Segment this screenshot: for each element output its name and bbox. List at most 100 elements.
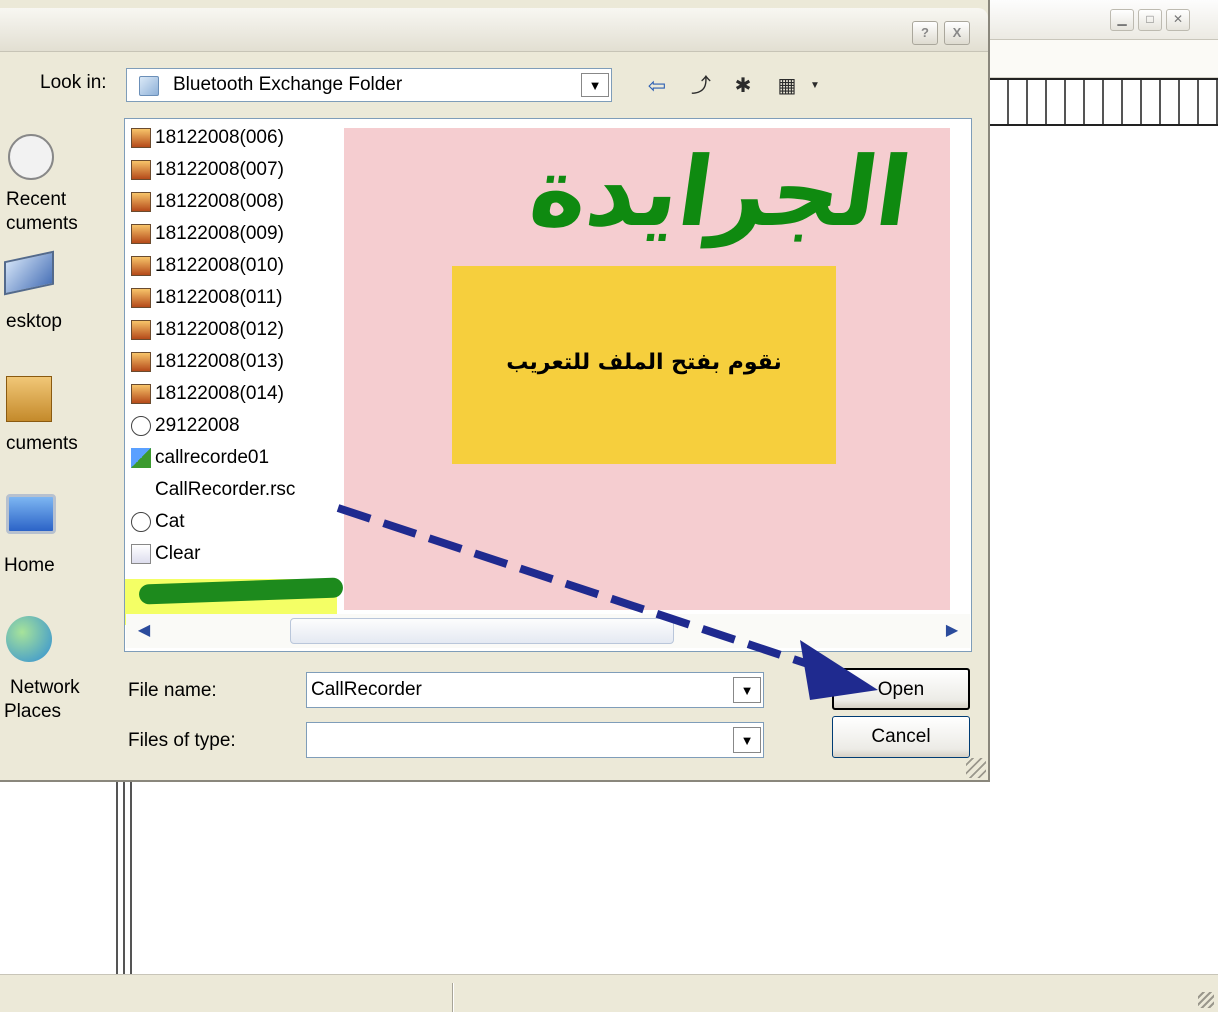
disc-file-icon	[131, 416, 151, 436]
look-in-value: Bluetooth Exchange Folder	[173, 74, 403, 95]
resize-grip-icon[interactable]	[1198, 992, 1214, 1008]
network-places-icon	[6, 616, 52, 662]
file-name: Clear	[155, 543, 201, 564]
background-menubar	[990, 40, 1218, 78]
file-row[interactable]: 18122008(006)	[131, 123, 284, 153]
doc-file-icon	[131, 544, 151, 564]
look-in-combobox[interactable]: Bluetooth Exchange Folder ▼	[126, 68, 612, 102]
recent-documents-icon	[8, 134, 54, 180]
file-row[interactable]: 18122008(010)	[131, 251, 284, 281]
horizontal-scrollbar[interactable]: ◀ ▶	[126, 614, 970, 648]
places-my-documents[interactable]: cuments	[0, 370, 120, 460]
overlay-text: نقوم بفتح الملف للتعريب	[506, 350, 782, 375]
my-computer-icon	[6, 494, 56, 534]
file-row[interactable]: 29122008	[131, 411, 240, 441]
maximize-icon[interactable]: □	[1138, 9, 1162, 31]
archive-file-icon	[131, 192, 151, 212]
file-name: callrecorde01	[155, 447, 270, 468]
up-folder-icon[interactable]: ⤴	[686, 72, 716, 100]
background-splitter[interactable]	[116, 782, 132, 974]
places-recent-label: Recent	[6, 189, 67, 210]
blank-file-icon	[131, 480, 151, 500]
archive-file-icon	[131, 160, 151, 180]
chevron-down-icon[interactable]: ▼	[733, 727, 761, 753]
places-desktop[interactable]: esktop	[0, 250, 120, 336]
scrollbar-thumb[interactable]	[290, 618, 674, 644]
file-name: 18122008(012)	[155, 319, 284, 340]
archive-file-icon	[131, 224, 151, 244]
places-desktop-label: esktop	[6, 311, 62, 332]
archive-file-icon	[131, 320, 151, 340]
file-name-value: CallRecorder	[311, 679, 422, 700]
background-ruler	[990, 78, 1218, 126]
file-row[interactable]: 18122008(008)	[131, 187, 284, 217]
dialog-close-button[interactable]: X	[944, 21, 970, 45]
file-name-label: File name:	[128, 680, 217, 701]
places-network-label-2: Places	[4, 701, 62, 722]
look-in-label: Look in:	[40, 72, 107, 93]
file-row[interactable]: 18122008(014)	[131, 379, 284, 409]
file-row[interactable]: 18122008(013)	[131, 347, 284, 377]
chevron-down-icon[interactable]: ▼	[581, 73, 609, 97]
status-separator	[452, 983, 454, 1012]
files-of-type-select[interactable]: ▼	[306, 722, 764, 758]
background-window-titlebar: ▁ □ ✕	[988, 0, 1218, 40]
file-name: 29122008	[155, 415, 240, 436]
archive-file-icon	[131, 288, 151, 308]
file-name: 18122008(010)	[155, 255, 284, 276]
file-row[interactable]: callrecorde01	[131, 443, 269, 473]
my-documents-icon	[6, 376, 52, 422]
places-network-label: Network	[10, 677, 80, 698]
file-row[interactable]: CallRecorder.rsc	[131, 475, 295, 505]
archive-file-icon	[131, 256, 151, 276]
disc-file-icon	[131, 512, 151, 532]
bluetooth-folder-icon	[139, 76, 159, 96]
help-button[interactable]: ?	[912, 21, 938, 45]
dialog-titlebar[interactable]: ? X	[0, 8, 988, 52]
desktop-icon	[4, 250, 54, 296]
file-name: 18122008(014)	[155, 383, 284, 404]
file-name: 18122008(007)	[155, 159, 284, 180]
places-my-computer[interactable]: Home	[0, 490, 120, 582]
view-menu-icon[interactable]: ▦	[772, 72, 802, 100]
file-row[interactable]: 18122008(007)	[131, 155, 284, 185]
places-documents-label: cuments	[6, 433, 78, 454]
overlay-title: الجرايدة	[523, 136, 918, 248]
file-row[interactable]: 18122008(012)	[131, 315, 284, 345]
places-recent[interactable]: Recent cuments	[0, 126, 120, 236]
annotation-overlay: الجرايدة نقوم بفتح الملف للتعريب	[344, 128, 950, 610]
scroll-left-icon[interactable]: ◀	[130, 618, 158, 644]
file-name: CallRecorder.rsc	[155, 479, 296, 500]
open-button[interactable]: Open	[832, 668, 970, 710]
file-name: 18122008(009)	[155, 223, 284, 244]
places-network[interactable]: Network Places	[0, 612, 120, 728]
dialog-resize-grip-icon[interactable]	[966, 758, 986, 778]
file-row[interactable]: 18122008(009)	[131, 219, 284, 249]
file-name: Cat	[155, 511, 185, 532]
view-dropdown-icon[interactable]: ▼	[800, 72, 830, 100]
close-icon[interactable]: ✕	[1166, 9, 1190, 31]
archive-file-icon	[131, 352, 151, 372]
archive-file-icon	[131, 128, 151, 148]
places-home-label: Home	[4, 555, 55, 576]
file-name-input[interactable]: CallRecorder ▼	[306, 672, 764, 708]
back-arrow-icon[interactable]: ⇦	[642, 72, 672, 100]
file-name: 18122008(008)	[155, 191, 284, 212]
chevron-down-icon[interactable]: ▼	[733, 677, 761, 703]
archive-file-icon	[131, 384, 151, 404]
overlay-box: نقوم بفتح الملف للتعريب	[452, 266, 836, 464]
places-recent-label-2: cuments	[6, 213, 78, 234]
cancel-button[interactable]: Cancel	[832, 716, 970, 758]
scroll-right-icon[interactable]: ▶	[938, 618, 966, 644]
file-row[interactable]: Cat	[131, 507, 185, 537]
background-statusbar	[0, 974, 1218, 1012]
files-of-type-label: Files of type:	[128, 730, 236, 751]
file-name: 18122008(013)	[155, 351, 284, 372]
new-folder-icon[interactable]: ✱	[728, 72, 758, 100]
open-file-dialog: ? X Look in: Bluetooth Exchange Folder ▼…	[0, 0, 990, 782]
file-name: 18122008(006)	[155, 127, 284, 148]
file-row[interactable]: 18122008(011)	[131, 283, 282, 313]
minimize-icon[interactable]: ▁	[1110, 9, 1134, 31]
background-left-panel	[0, 782, 116, 974]
file-row[interactable]: Clear	[131, 539, 200, 569]
